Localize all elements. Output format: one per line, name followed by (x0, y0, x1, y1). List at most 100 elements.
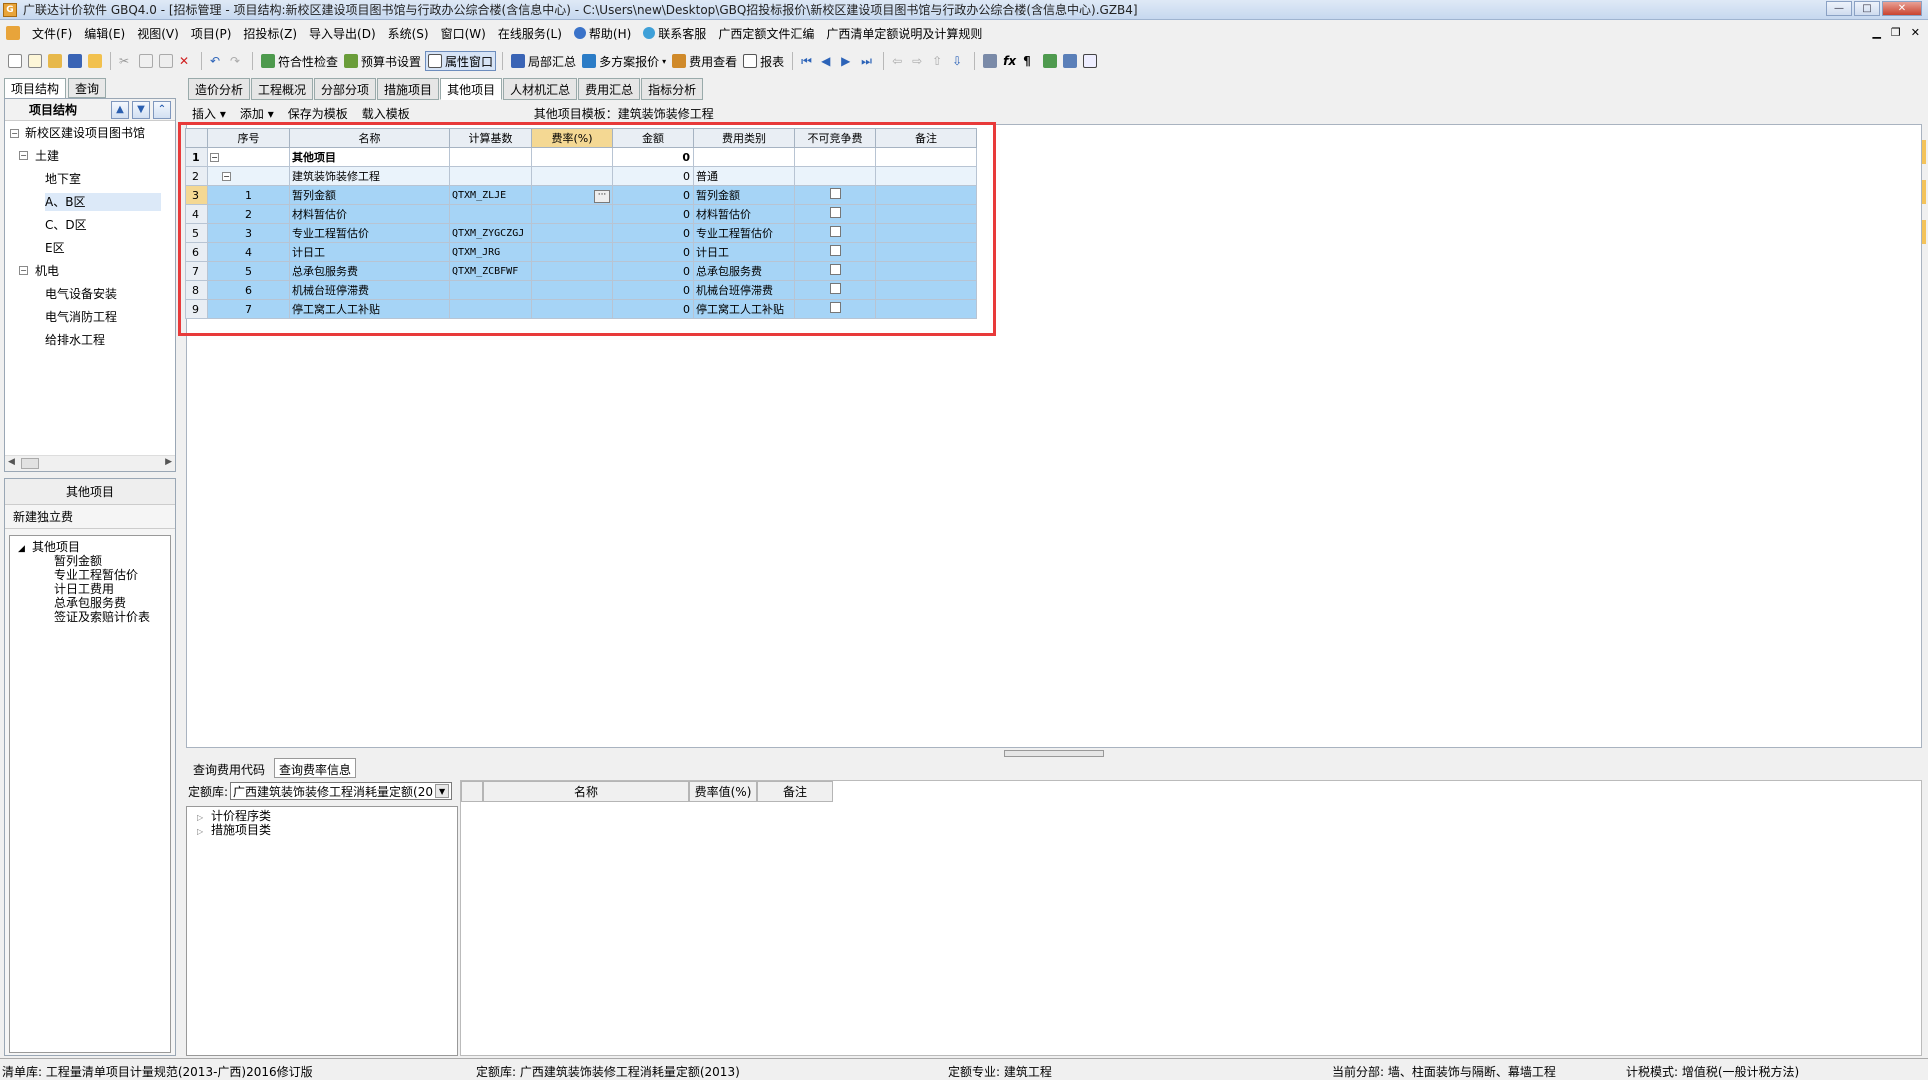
cell-remark[interactable] (875, 242, 977, 262)
cell-amount[interactable]: 0 (612, 280, 694, 300)
expand-arrow-icon[interactable]: ▷ (197, 811, 203, 825)
tab-project-structure[interactable]: 项目结构 (4, 78, 67, 98)
table-row[interactable]: 7 5 总承包服务费 QTXM_ZCBFWF 0 总承包服务费 (185, 261, 977, 281)
cell-remark[interactable] (875, 204, 977, 224)
menu-quota-rules[interactable]: 广西清单定额说明及计算规则 (820, 25, 988, 42)
cell-remark[interactable] (875, 185, 977, 205)
move-down-button[interactable]: ▼ (132, 100, 150, 119)
row-number[interactable]: 9 (185, 299, 208, 319)
cell-amount[interactable]: 0 (612, 185, 694, 205)
table-row[interactable]: 8 6 机械台班停滞费 0 机械台班停滞费 (185, 280, 977, 300)
property-window-button[interactable]: 属性窗口 (425, 51, 497, 71)
cell-rate[interactable] (531, 166, 613, 186)
move-up-button[interactable]: ▲ (111, 100, 129, 119)
open-icon[interactable] (46, 51, 64, 71)
cell-seq[interactable]: 1 (207, 185, 290, 205)
calculator-icon[interactable] (981, 51, 999, 71)
close-icon[interactable]: ✕ (1882, 1, 1922, 16)
col-noncompetitive[interactable]: 不可竞争费 (794, 128, 876, 148)
tree-item-fire-electrical[interactable]: 电气消防工程 (45, 308, 117, 326)
collapse-icon[interactable]: − (222, 172, 231, 181)
last-icon[interactable]: ⏭ (859, 51, 877, 71)
table-row[interactable]: 1 − 其他项目 0 (185, 147, 977, 167)
cell-seq[interactable]: − (207, 166, 290, 186)
corner-cell[interactable] (185, 128, 208, 148)
row-number[interactable]: 5 (185, 223, 208, 243)
cell-name[interactable]: 材料暂估价 (289, 204, 450, 224)
undo-icon[interactable]: ↶ (208, 51, 226, 71)
cell-noncompetitive[interactable] (794, 299, 876, 319)
cell-base[interactable] (449, 147, 532, 167)
tree-item-mep[interactable]: 机电 (35, 262, 59, 280)
collapse-icon[interactable]: − (19, 151, 28, 160)
cell-remark[interactable] (875, 261, 977, 281)
cell-noncompetitive[interactable] (794, 261, 876, 281)
tab-overview[interactable]: 工程概况 (251, 78, 314, 100)
ellipsis-button[interactable]: ··· (594, 189, 610, 203)
mdi-restore-icon[interactable]: ❐ (1891, 26, 1901, 39)
col-name[interactable]: 名称 (483, 781, 689, 802)
tree-item-root[interactable]: 新校区建设项目图书馆 (25, 124, 145, 142)
cell-base[interactable]: QTXM_ZLJE (449, 185, 532, 205)
noncompetitive-checkbox[interactable] (829, 264, 841, 275)
cell-base[interactable]: QTXM_ZYGCZGJ (449, 223, 532, 243)
mdi-close-icon[interactable]: ✕ (1911, 26, 1920, 39)
tree-item-electrical[interactable]: 电气设备安装 (45, 285, 117, 303)
menu-help[interactable]: 帮助(H) (568, 25, 637, 42)
cell-rate[interactable] (531, 223, 613, 243)
chevron-down-icon[interactable]: ▼ (435, 784, 450, 798)
table-row[interactable]: 3 1 暂列金额 QTXM_ZLJE ··· 0 暂列金额 (185, 185, 977, 205)
noncompetitive-checkbox[interactable] (829, 283, 841, 294)
cell-noncompetitive[interactable] (794, 185, 876, 205)
noncompetitive-checkbox[interactable] (829, 245, 841, 256)
cell-seq[interactable]: 2 (207, 204, 290, 224)
menu-view[interactable]: 视图(V) (131, 25, 185, 42)
cell-category[interactable]: 总承包服务费 (693, 261, 795, 281)
cell-rate[interactable]: ··· (531, 185, 613, 205)
tab-labor-material[interactable]: 人材机汇总 (503, 78, 578, 100)
paste-icon[interactable] (157, 51, 175, 71)
collapse-icon[interactable]: − (210, 153, 219, 162)
cell-remark[interactable] (875, 223, 977, 243)
save-template-button[interactable]: 保存为模板 (288, 105, 348, 122)
minimize-icon[interactable]: — (1826, 1, 1852, 16)
maximize-icon[interactable]: □ (1854, 1, 1880, 16)
cell-amount[interactable]: 0 (612, 204, 694, 224)
fee-view-button[interactable]: 费用查看 (670, 51, 739, 71)
move-up-icon[interactable]: ⇧ (930, 51, 948, 71)
tree-item-measures[interactable]: 措施项目类 (211, 823, 271, 837)
next-icon[interactable]: ▶ (839, 51, 857, 71)
add-button[interactable]: 添加 ▾ (240, 105, 274, 122)
menu-file[interactable]: 文件(F) (26, 25, 78, 42)
grid-icon[interactable] (1081, 51, 1099, 71)
noncompetitive-checkbox[interactable] (829, 226, 841, 237)
noncompetitive-checkbox[interactable] (829, 188, 841, 199)
menu-import-export[interactable]: 导入导出(D) (303, 25, 382, 42)
tree-item-pricing-procedure[interactable]: 计价程序类 (211, 809, 271, 823)
noncompetitive-checkbox[interactable] (829, 302, 841, 313)
cell-rate[interactable] (531, 299, 613, 319)
cell-seq[interactable]: 4 (207, 242, 290, 262)
move-down-icon[interactable]: ⇩ (950, 51, 968, 71)
table-row[interactable]: 6 4 计日工 QTXM_JRG 0 计日工 (185, 242, 977, 262)
cell-seq[interactable]: 3 (207, 223, 290, 243)
cell-name[interactable]: 机械台班停滞费 (289, 280, 450, 300)
cell-seq[interactable]: 6 (207, 280, 290, 300)
cell-noncompetitive[interactable] (794, 242, 876, 262)
cell-rate[interactable] (531, 242, 613, 262)
cell-base[interactable] (449, 204, 532, 224)
table-row[interactable]: 9 7 停工窝工人工补贴 0 停工窝工人工补贴 (185, 299, 977, 319)
row-number[interactable]: 6 (185, 242, 208, 262)
tab-other-items[interactable]: 其他项目 (440, 78, 503, 100)
cut-icon[interactable]: ✂ (117, 51, 135, 71)
col-seq[interactable]: 序号 (207, 128, 290, 148)
compliance-check-button[interactable]: 符合性检查 (259, 51, 340, 71)
cell-category[interactable] (693, 147, 795, 167)
first-icon[interactable]: ⏮ (799, 51, 817, 71)
tree-item-specialty[interactable]: 专业工程暂估价 (54, 568, 138, 582)
tab-fee-rate-query[interactable]: 查询费率信息 (274, 758, 357, 778)
collapse-icon[interactable]: − (19, 266, 28, 275)
cell-base[interactable] (449, 299, 532, 319)
collapse-icon[interactable]: − (10, 129, 19, 138)
cell-name[interactable]: 建筑装饰装修工程 (289, 166, 450, 186)
